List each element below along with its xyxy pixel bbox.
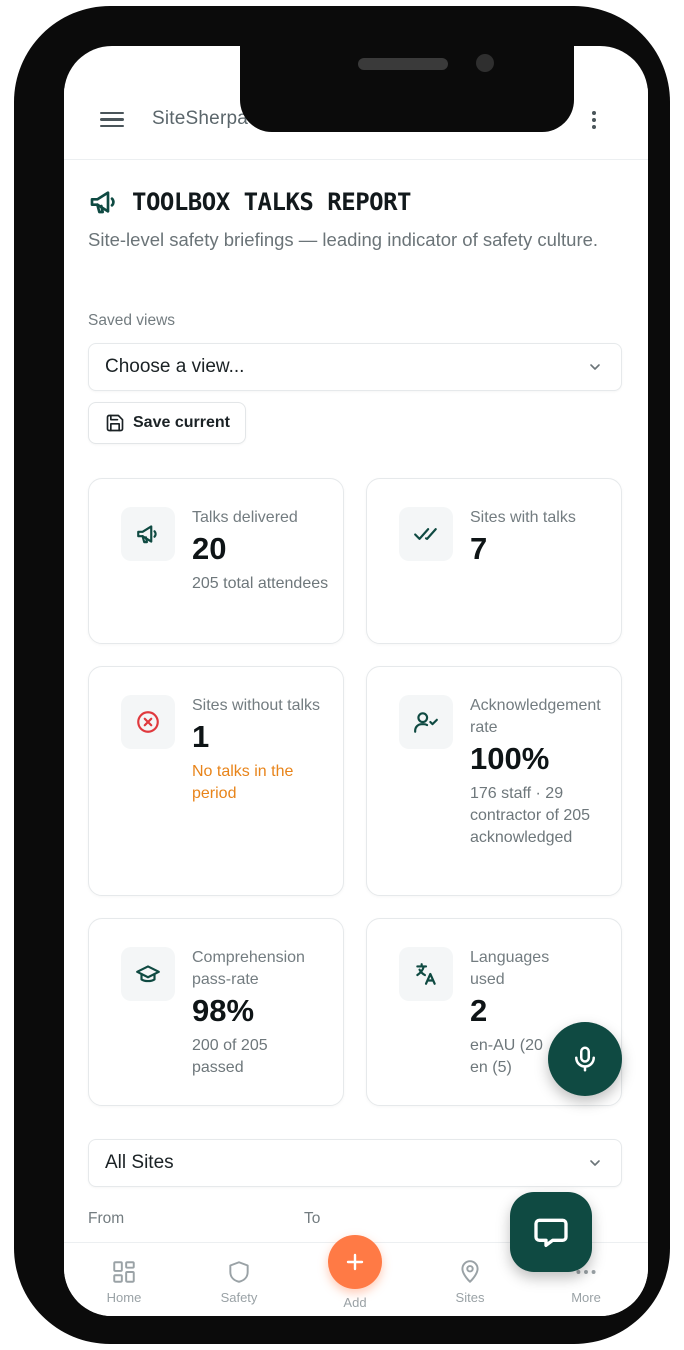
- kpi-label: Comprehension pass-rate: [192, 949, 305, 988]
- megaphone-icon: [90, 191, 115, 214]
- kpi-card-sites-with-talks: Sites with talks 7: [366, 478, 622, 644]
- nav-add-button[interactable]: [328, 1235, 382, 1289]
- site-filter-value: All Sites: [105, 1152, 174, 1173]
- voice-input-button[interactable]: [548, 1022, 622, 1096]
- kpi-label: Sites without talks: [192, 697, 321, 714]
- kpi-value: 98%: [192, 993, 255, 1028]
- shield-icon: [229, 1261, 249, 1283]
- kpi-card-talks-delivered: Talks delivered 20 205 total attendees: [88, 478, 344, 644]
- chevron-down-icon: [590, 1160, 600, 1166]
- saved-views-label: Saved views: [88, 312, 176, 329]
- nav-label: Sites: [455, 1290, 485, 1305]
- nav-sites[interactable]: Sites: [430, 1259, 510, 1305]
- save-current-label: Save current: [133, 414, 230, 431]
- site-filter-select[interactable]: All Sites: [88, 1139, 622, 1187]
- page-subtitle: Site-level safety briefings — leading in…: [88, 229, 599, 250]
- more-vertical-icon[interactable]: [576, 102, 612, 138]
- megaphone-icon: [137, 525, 157, 544]
- kpi-value: 20: [192, 531, 227, 566]
- grid-icon: [113, 1261, 135, 1283]
- user-check-icon: [414, 712, 438, 733]
- kpi-note: 200 of 205 passed: [192, 1037, 268, 1076]
- kpi-note: 205 total attendees: [192, 575, 329, 592]
- front-camera: [476, 54, 494, 72]
- chat-bubble-icon: [534, 1218, 568, 1247]
- nav-safety[interactable]: Safety: [199, 1259, 279, 1305]
- phone-notch: [240, 46, 574, 132]
- nav-label: Safety: [220, 1290, 258, 1305]
- page-title: TOOLBOX TALKS REPORT: [132, 188, 411, 216]
- save-current-button[interactable]: Save current: [88, 402, 246, 444]
- x-circle-icon: [137, 711, 159, 733]
- kpi-label: Sites with talks: [470, 509, 576, 526]
- plus-icon: [346, 1253, 364, 1271]
- nav-label: More: [571, 1290, 601, 1305]
- kpi-note: 176 staff · 29 contractor of 205 acknowl…: [470, 785, 591, 846]
- app-screen: SiteSherpa 32: [64, 46, 648, 1316]
- kpi-value: 7: [470, 531, 488, 566]
- page-title-row: TOOLBOX TALKS REPORT: [88, 186, 411, 218]
- saved-view-placeholder: Choose a view...: [105, 356, 245, 377]
- chevron-down-icon: [590, 364, 600, 370]
- kpi-card-acknowledgement-rate: Acknowledgement rate 100% 176 staff · 29…: [366, 666, 622, 896]
- app-title: SiteSherpa: [152, 108, 249, 129]
- support-chat-button[interactable]: [510, 1192, 592, 1272]
- nav-label: Home: [106, 1290, 142, 1305]
- menu-icon[interactable]: [100, 108, 124, 132]
- map-pin-icon: [461, 1260, 479, 1283]
- speaker-grille: [358, 58, 448, 70]
- kpi-card-sites-without-talks: Sites without talks 1 No talks in the pe…: [88, 666, 344, 896]
- kpi-warning-note: No talks in the period: [192, 763, 294, 802]
- to-date-label: To: [304, 1210, 321, 1227]
- from-date-label: From: [88, 1210, 125, 1227]
- phone-frame: SiteSherpa 32: [14, 6, 670, 1344]
- floppy-disk-icon: [106, 414, 124, 432]
- kpi-label: Acknowledgement rate: [470, 697, 601, 736]
- graduation-cap-icon: [136, 965, 160, 983]
- double-check-icon: [414, 528, 437, 540]
- microphone-icon: [575, 1046, 595, 1072]
- kpi-value: 1: [192, 719, 210, 754]
- saved-view-select[interactable]: Choose a view...: [88, 343, 622, 391]
- kpi-label: Languages used: [470, 949, 550, 988]
- nav-home[interactable]: Home: [84, 1259, 164, 1305]
- kpi-value: 100%: [470, 741, 550, 776]
- nav-label: Add: [343, 1295, 367, 1310]
- kpi-card-comprehension-pass-rate: Comprehension pass-rate 98% 200 of 205 p…: [88, 918, 344, 1106]
- kpi-label: Talks delivered: [192, 509, 298, 526]
- translate-icon: [416, 963, 436, 985]
